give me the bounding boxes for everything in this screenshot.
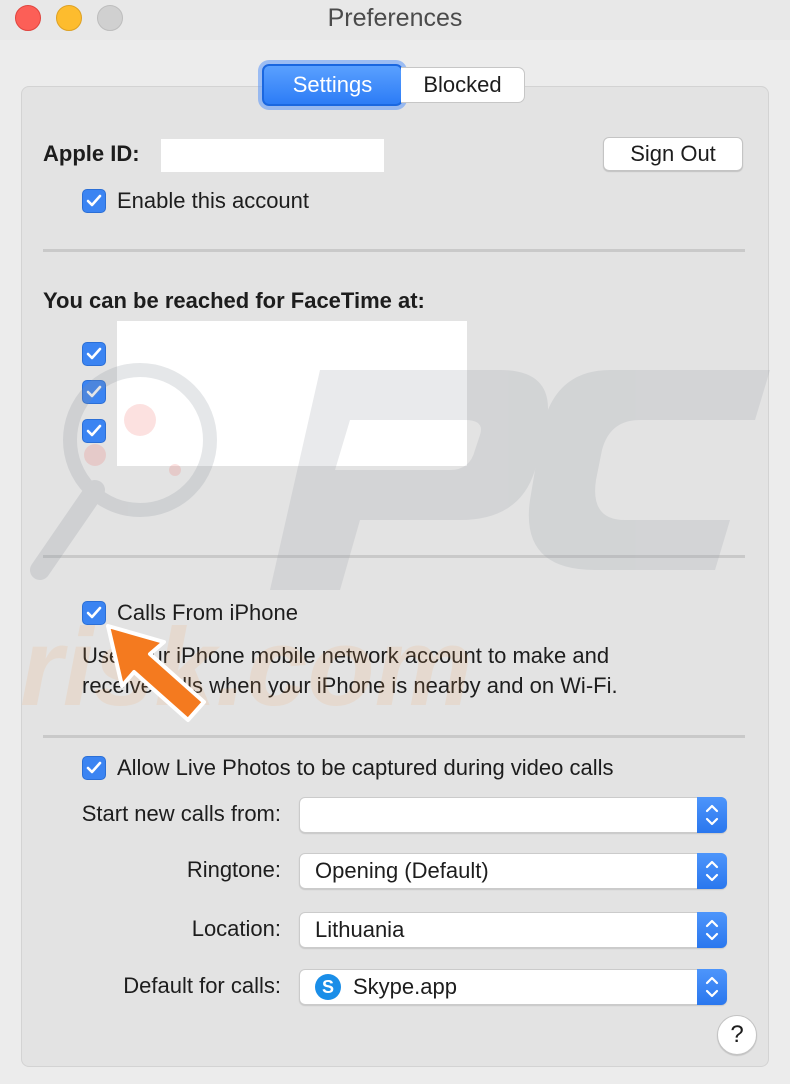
location-select[interactable]: Lithuania — [299, 912, 727, 948]
chevron-up-down-icon — [697, 853, 727, 889]
start-calls-label: Start new calls from: — [81, 801, 281, 826]
title-bar: Preferences — [0, 0, 790, 40]
arrow-icon — [106, 624, 206, 722]
window-title: Preferences — [327, 4, 463, 32]
tab-blocked[interactable]: Blocked — [401, 67, 525, 103]
help-button[interactable]: ? — [717, 1015, 757, 1055]
location-value: Lithuania — [315, 917, 405, 942]
checkmark-icon — [86, 347, 102, 360]
facetime-addresses-box — [117, 321, 467, 466]
default-calls-value: Skype.app — [353, 974, 457, 999]
facetime-heading: You can be reached for FaceTime at: — [43, 288, 425, 313]
facetime-address-checkbox[interactable] — [82, 380, 106, 404]
checkmark-icon — [86, 194, 102, 207]
chevron-up-down-icon — [697, 912, 727, 948]
checkmark-icon — [86, 761, 102, 774]
checkmark-icon — [86, 424, 102, 437]
checkmark-icon — [86, 606, 102, 619]
default-calls-select[interactable]: S Skype.app — [299, 969, 727, 1005]
apple-id-label: Apple ID: — [43, 141, 140, 166]
sign-out-button[interactable]: Sign Out — [603, 137, 743, 171]
chevron-up-down-icon — [697, 797, 727, 833]
enable-account-label: Enable this account — [117, 188, 310, 213]
apple-id-value — [161, 139, 384, 172]
divider — [43, 249, 745, 252]
enable-account-checkbox[interactable] — [82, 189, 106, 213]
divider — [43, 555, 745, 558]
default-calls-label: Default for calls: — [123, 973, 281, 998]
checkmark-icon — [86, 385, 102, 398]
live-photos-checkbox[interactable] — [82, 756, 106, 780]
live-photos-label: Allow Live Photos to be captured during … — [117, 755, 614, 780]
ringtone-select[interactable]: Opening (Default) — [299, 853, 727, 889]
facetime-address-checkbox[interactable] — [82, 419, 106, 443]
divider — [43, 735, 745, 738]
ringtone-label: Ringtone: — [186, 857, 281, 882]
location-label: Location: — [191, 916, 281, 941]
facetime-address-checkbox[interactable] — [82, 342, 106, 366]
start-calls-select[interactable] — [299, 797, 727, 833]
ringtone-value: Opening (Default) — [315, 858, 489, 883]
skype-icon: S — [315, 974, 341, 1000]
tab-settings[interactable]: Settings — [262, 64, 403, 106]
chevron-up-down-icon — [697, 969, 727, 1005]
